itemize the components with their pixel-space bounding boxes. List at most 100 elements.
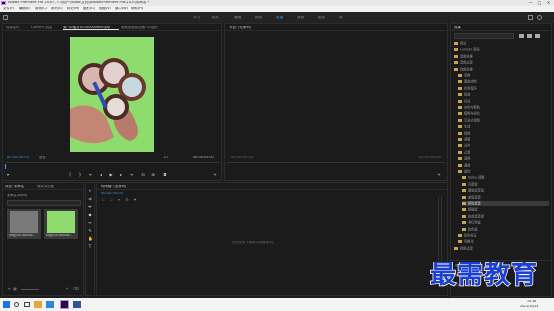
source-fit-select[interactable]: 适合 <box>39 156 46 159</box>
effects-tree-item[interactable]: 视频过渡 <box>454 246 549 251</box>
project-item-thumb-1[interactable]: 02图片01000000... <box>7 209 41 239</box>
effects-tree-item[interactable]: 图像控制 <box>458 79 549 84</box>
accelerated-filter-icon[interactable] <box>519 34 524 38</box>
program-title[interactable]: 节目: (无序列) <box>229 26 251 29</box>
go-to-out-icon[interactable]: ⇥ <box>129 173 133 177</box>
source-time-ruler[interactable] <box>5 162 219 169</box>
icon-view-icon[interactable]: ▦ <box>13 287 17 291</box>
step-back-icon[interactable]: ◂ <box>99 173 103 177</box>
effects-tree-item[interactable]: 扭曲 <box>458 92 549 97</box>
menu-sequence[interactable]: 序列(S) <box>51 7 63 10</box>
timeline-drop-placeholder[interactable]: 在此处放下媒体以创建序列。 <box>232 241 276 244</box>
effects-tree-item[interactable]: 视频 <box>458 131 549 136</box>
menu-window[interactable]: 窗口(W) <box>115 7 128 10</box>
effects-tree-item[interactable]: 视频效果 <box>454 67 549 72</box>
effects-tree-item[interactable]: 杂色与颗粒 <box>458 105 549 110</box>
workspace-tab-assembly[interactable]: 组件 <box>212 16 219 20</box>
workspace-tab-graphics[interactable]: 图形 <box>318 16 325 20</box>
effects-tree-item[interactable]: 变换 <box>458 73 549 78</box>
menu-clip[interactable]: 剪辑(C) <box>35 7 47 10</box>
quick-export-icon[interactable] <box>537 15 542 20</box>
effects-tree-item[interactable]: 音频效果 <box>454 54 549 59</box>
effects-tree-item[interactable]: 过时 <box>458 143 549 148</box>
track-select-tool-icon[interactable]: ⇉ <box>88 197 92 201</box>
source-playhead[interactable] <box>5 164 6 169</box>
search-icon[interactable] <box>528 15 533 20</box>
tab-audio-clip-mixer[interactable]: 音频剪辑混合器: 02图片 <box>121 26 201 29</box>
trash-icon[interactable]: ⌫ <box>73 287 79 291</box>
premiere-taskbar-icon[interactable] <box>60 300 69 309</box>
hand-tool-icon[interactable]: ✋ <box>88 237 93 241</box>
workspace-tab-effects[interactable]: 效果 <box>276 16 283 20</box>
menu-view[interactable]: 视图(V) <box>99 7 111 10</box>
menu-markers[interactable]: 标记(M) <box>67 7 79 10</box>
clock-date[interactable]: 2021/10/24 <box>520 305 538 308</box>
step-forward-icon[interactable]: ▸ <box>119 173 123 177</box>
tab-lumetri-scopes[interactable]: Lumetri 范围 <box>31 26 52 29</box>
source-ratio-select[interactable]: 1/2 <box>163 156 168 159</box>
play-icon[interactable]: ▶ <box>109 173 113 177</box>
razor-tool-icon[interactable]: ◆ <box>88 213 92 217</box>
effects-title[interactable]: 效果 <box>454 26 461 29</box>
effects-tree-item[interactable]: Lumetri 预设 <box>454 47 549 52</box>
workspace-tab-editing[interactable]: 编辑 <box>234 16 241 20</box>
home-icon[interactable] <box>3 15 8 20</box>
selection-tool-icon[interactable]: ➤ <box>88 189 92 193</box>
snap-icon[interactable]: ⊂ <box>101 198 105 202</box>
effects-tree-item[interactable]: 图像遮罩键 <box>462 188 549 193</box>
effects-tree-item[interactable]: 颜色键 <box>462 227 549 232</box>
program-time-ruler[interactable] <box>227 162 445 168</box>
effects-search-input[interactable] <box>454 33 514 39</box>
workspace-tab-libraries[interactable]: 库 <box>339 16 343 20</box>
tab-project[interactable]: 项目: 未命名 <box>5 185 24 188</box>
project-item-thumb-2[interactable]: 02图片01000000... <box>44 209 78 239</box>
mark-in-icon[interactable]: { <box>68 173 72 177</box>
program-add-button-icon[interactable]: + <box>437 173 441 177</box>
search-icon[interactable] <box>14 302 19 307</box>
wrench-icon[interactable]: ✦ <box>133 198 137 202</box>
file-explorer-icon[interactable] <box>34 301 42 308</box>
task-view-icon[interactable] <box>24 302 30 307</box>
effects-tree-item[interactable]: 差值遮罩 <box>462 195 549 200</box>
effects-tree-item[interactable]: 预设 <box>454 41 549 46</box>
32bit-filter-icon[interactable] <box>527 34 532 38</box>
effects-tree-item[interactable]: 颜色校正 <box>458 233 549 238</box>
effects-tree-item[interactable]: 音频过渡 <box>454 60 549 65</box>
insert-icon[interactable]: ⊟ <box>141 173 145 177</box>
menu-graphics[interactable]: 图形(G) <box>83 7 95 10</box>
effects-tree-item[interactable]: 时间 <box>458 99 549 104</box>
slip-tool-icon[interactable]: ↔ <box>88 221 92 225</box>
effects-tree-item[interactable]: 模糊与锐化 <box>458 111 549 116</box>
browser-icon[interactable] <box>46 301 54 308</box>
menu-help[interactable]: 帮助(H) <box>131 7 143 10</box>
menu-edit[interactable]: 编辑(E) <box>19 7 31 10</box>
yuv-filter-icon[interactable] <box>535 34 540 38</box>
effects-tree-item[interactable]: 亮度键 <box>462 182 549 187</box>
type-tool-icon[interactable]: T <box>88 245 92 249</box>
project-search-input[interactable] <box>7 200 81 206</box>
effects-tree-item[interactable]: 键控 <box>458 169 549 174</box>
export-frame-icon[interactable]: ◘ <box>163 173 167 177</box>
add-marker-icon[interactable]: ▾ <box>117 198 121 202</box>
marker-icon[interactable]: ▾ <box>6 173 10 177</box>
clock-time[interactable]: 15:16 <box>527 300 536 303</box>
effects-tree-item[interactable]: 沉浸式视频 <box>458 118 549 123</box>
effects-tree-item[interactable]: 实用程序 <box>458 86 549 91</box>
linked-selection-icon[interactable]: ⊃ <box>109 198 113 202</box>
timeline-timecode[interactable]: 00:00:00:00 <box>101 192 123 196</box>
list-view-icon[interactable]: ≡ <box>7 287 11 291</box>
effects-tree-item[interactable]: 透视 <box>458 156 549 161</box>
effects-tree-item[interactable]: 通道 <box>458 163 549 168</box>
tab-source[interactable]: 源: 02图片01100000e49.jpg <box>63 26 119 31</box>
menu-file[interactable]: 文件(F) <box>3 7 14 10</box>
effects-tree-item[interactable]: 轨道遮罩键 <box>462 214 549 219</box>
timeline-title[interactable]: 时间轴: (无序列) <box>101 185 126 188</box>
windows-start-icon[interactable] <box>3 301 10 308</box>
effects-tree-item[interactable]: 非红色键 <box>462 220 549 225</box>
workspace-tab-learn[interactable]: 学习 <box>193 16 200 20</box>
pen-tool-icon[interactable]: ✎ <box>88 229 92 233</box>
mark-out-icon[interactable]: } <box>78 173 82 177</box>
effects-tree-item[interactable]: 风格化 <box>458 239 549 244</box>
tab-effect-controls[interactable]: 效果控件 <box>6 26 20 29</box>
go-to-in-icon[interactable]: ⇤ <box>89 173 93 177</box>
